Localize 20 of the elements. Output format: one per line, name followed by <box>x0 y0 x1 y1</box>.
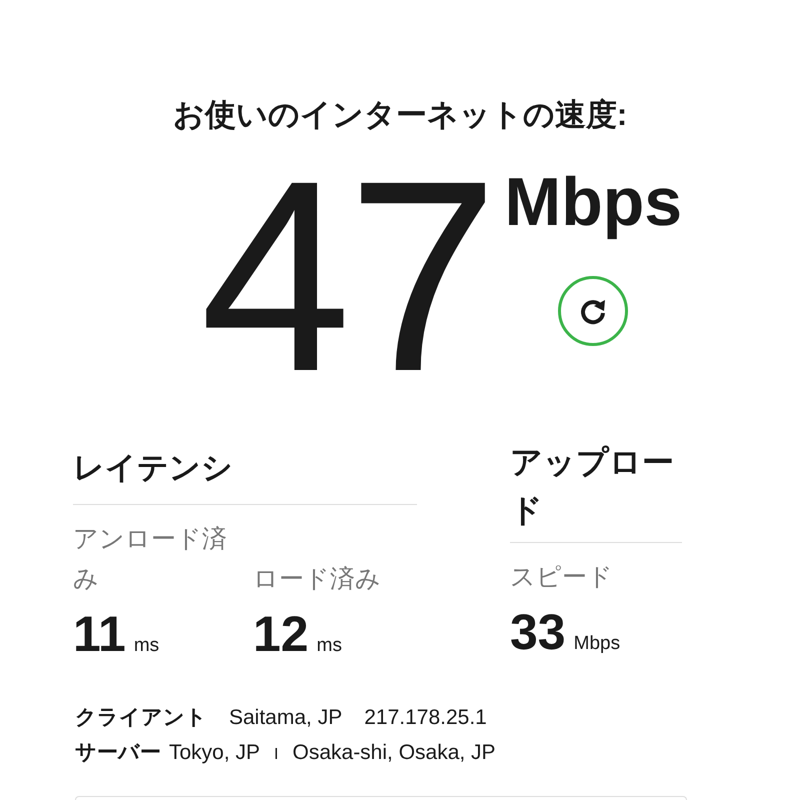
server-location: Osaka-shi, Osaka, JP <box>292 740 496 766</box>
separator: I <box>274 745 278 765</box>
latency-unit: ms <box>134 634 160 658</box>
download-speed-value: 47 <box>200 140 495 412</box>
server-location: Tokyo, JP <box>169 740 260 766</box>
upload-unit: Mbps <box>574 632 620 656</box>
latency-unit: ms <box>316 634 342 658</box>
upload-label: スピード <box>510 562 614 593</box>
latency-label: ロード済み <box>253 564 382 595</box>
client-location: Saitama, JP <box>229 705 342 731</box>
speed-heading: お使いのインターネットの速度: <box>172 97 628 132</box>
client-label: クライアント <box>75 705 207 731</box>
latency-label: アンロード済み <box>73 524 228 595</box>
latency-value: 11 <box>73 609 126 659</box>
upload-value: 33 <box>510 607 566 657</box>
client-ip: 217.178.25.1 <box>364 705 487 731</box>
upload-heading: アップロード <box>510 438 682 543</box>
server-label: サーバー <box>75 740 161 766</box>
latency-value: 12 <box>253 609 309 659</box>
latency-heading: レイテンシ <box>73 448 417 505</box>
